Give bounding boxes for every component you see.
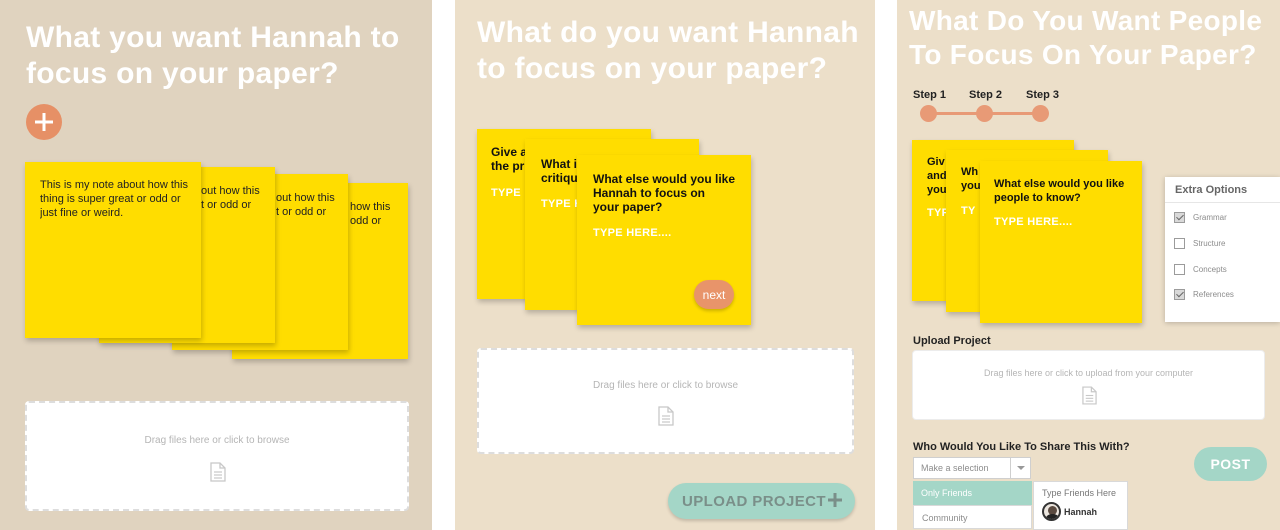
note-text: This is my note about how this thing is … (40, 178, 198, 220)
note-line: out how this (276, 192, 335, 204)
question-line: your paper? (593, 200, 663, 214)
upload-label: UPLOAD PROJECT (682, 493, 826, 510)
step-1-dot[interactable] (920, 105, 937, 122)
question-line: What else would you like (593, 172, 736, 186)
file-dropzone[interactable]: Drag files here or click to browse (477, 348, 854, 454)
plus-icon (828, 493, 842, 507)
page-title: What you want Hannah to focus on your pa… (26, 20, 400, 92)
file-dropzone[interactable]: Drag files here or click to upload from … (912, 350, 1265, 420)
card-input[interactable]: TYPE HERE.... (593, 227, 671, 239)
note-line: thing is super great or odd or (40, 193, 181, 205)
step-label-2: Step 2 (969, 89, 1003, 101)
friends-search[interactable]: Type Friends Here Hannah (1033, 481, 1128, 530)
title-line: What do you want Hannah (477, 16, 859, 49)
title-line: What you want Hannah to (26, 21, 400, 54)
share-section-label: Who Would You Like To Share This With? (913, 441, 1130, 453)
extra-options-title: Extra Options (1175, 184, 1248, 196)
structure-label: Structure (1193, 239, 1226, 248)
post-button[interactable]: POST (1194, 447, 1267, 481)
select-placeholder: Make a selection (921, 463, 989, 473)
title-line: To Focus On Your Paper? (909, 39, 1257, 70)
document-icon (210, 462, 226, 482)
title-line: to focus on your paper? (477, 52, 828, 85)
file-dropzone[interactable]: Drag files here or click to browse (25, 401, 409, 511)
step-3-dot[interactable] (1032, 105, 1049, 122)
note-line: out how this (201, 185, 260, 197)
note-line: This is my note about how this (40, 179, 188, 191)
dropzone-text: Drag files here or click to browse (592, 380, 739, 391)
avatar (1042, 502, 1061, 521)
card-question: What else would you like people to know? (994, 177, 1142, 205)
concepts-label: Concepts (1193, 265, 1227, 274)
document-icon (658, 406, 674, 426)
divider (1165, 202, 1280, 203)
upload-project-button[interactable]: UPLOAD PROJECT (668, 483, 855, 519)
avatar-body (1045, 514, 1059, 519)
post-label: POST (1210, 456, 1251, 472)
card-input-hint: TY (961, 205, 976, 217)
share-select[interactable]: Make a selection (913, 457, 1031, 479)
note-line: how this (350, 201, 391, 213)
question-line: What else would you like (994, 178, 1125, 190)
chevron-down-icon (1017, 466, 1025, 470)
card-input-hint: TYPE (491, 187, 521, 199)
title-line: focus on your paper? (26, 57, 339, 90)
note-line: t or odd or (276, 206, 327, 218)
page-title: What do you want Hannah to focus on your… (477, 15, 859, 87)
step-2-dot[interactable] (976, 105, 993, 122)
note-text: out how this t or odd or (276, 191, 348, 219)
note-line: t or odd or (201, 199, 252, 211)
note-line: just fine or weird. (40, 207, 124, 219)
question-line: people to know? (994, 192, 1081, 204)
note-text: how this odd or (350, 200, 408, 228)
upload-section-label: Upload Project (913, 335, 991, 347)
friends-input[interactable]: Type Friends Here (1042, 488, 1116, 498)
page-title: What Do You Want People To Focus On Your… (909, 4, 1262, 72)
extra-options-panel: Extra Options Grammar Structure Concepts… (1165, 177, 1280, 322)
screen-2: What do you want Hannah to focus on your… (455, 0, 875, 530)
title-line: What Do You Want People (909, 5, 1263, 36)
references-checkbox[interactable] (1174, 289, 1185, 300)
note-line: odd or (350, 215, 382, 227)
option-only-friends[interactable]: Only Friends (913, 481, 1032, 505)
dropzone-text: Drag files here or click to browse (144, 435, 290, 446)
grammar-checkbox[interactable] (1174, 212, 1185, 223)
note-text: out how this t or odd or (201, 184, 275, 212)
sticky-note[interactable]: This is my note about how this thing is … (25, 162, 201, 338)
option-community[interactable]: Community (913, 505, 1032, 529)
references-label: References (1193, 290, 1234, 299)
step-label-3: Step 3 (1026, 89, 1060, 101)
card-question: What else would you like Hannah to focus… (593, 172, 751, 214)
document-icon (1082, 386, 1097, 405)
dropdown-toggle[interactable] (1010, 458, 1030, 478)
card-input[interactable]: TYPE HERE.... (994, 216, 1072, 228)
next-button[interactable]: next (694, 280, 734, 309)
screen-1: What you want Hannah to focus on your pa… (0, 0, 432, 530)
friend-suggestion[interactable]: Hannah (1064, 507, 1097, 517)
next-label: next (702, 287, 726, 302)
add-note-button[interactable] (26, 104, 62, 140)
screen-3: What Do You Want People To Focus On Your… (897, 0, 1280, 530)
grammar-label: Grammar (1193, 213, 1227, 222)
concepts-checkbox[interactable] (1174, 264, 1185, 275)
structure-checkbox[interactable] (1174, 238, 1185, 249)
question-line: Hannah to focus on (593, 186, 705, 200)
question-card[interactable]: What else would you like people to know?… (980, 161, 1142, 323)
dropzone-text: Drag files here or click to upload from … (983, 368, 1194, 378)
plus-icon (35, 113, 53, 131)
step-label-1: Step 1 (913, 89, 947, 101)
